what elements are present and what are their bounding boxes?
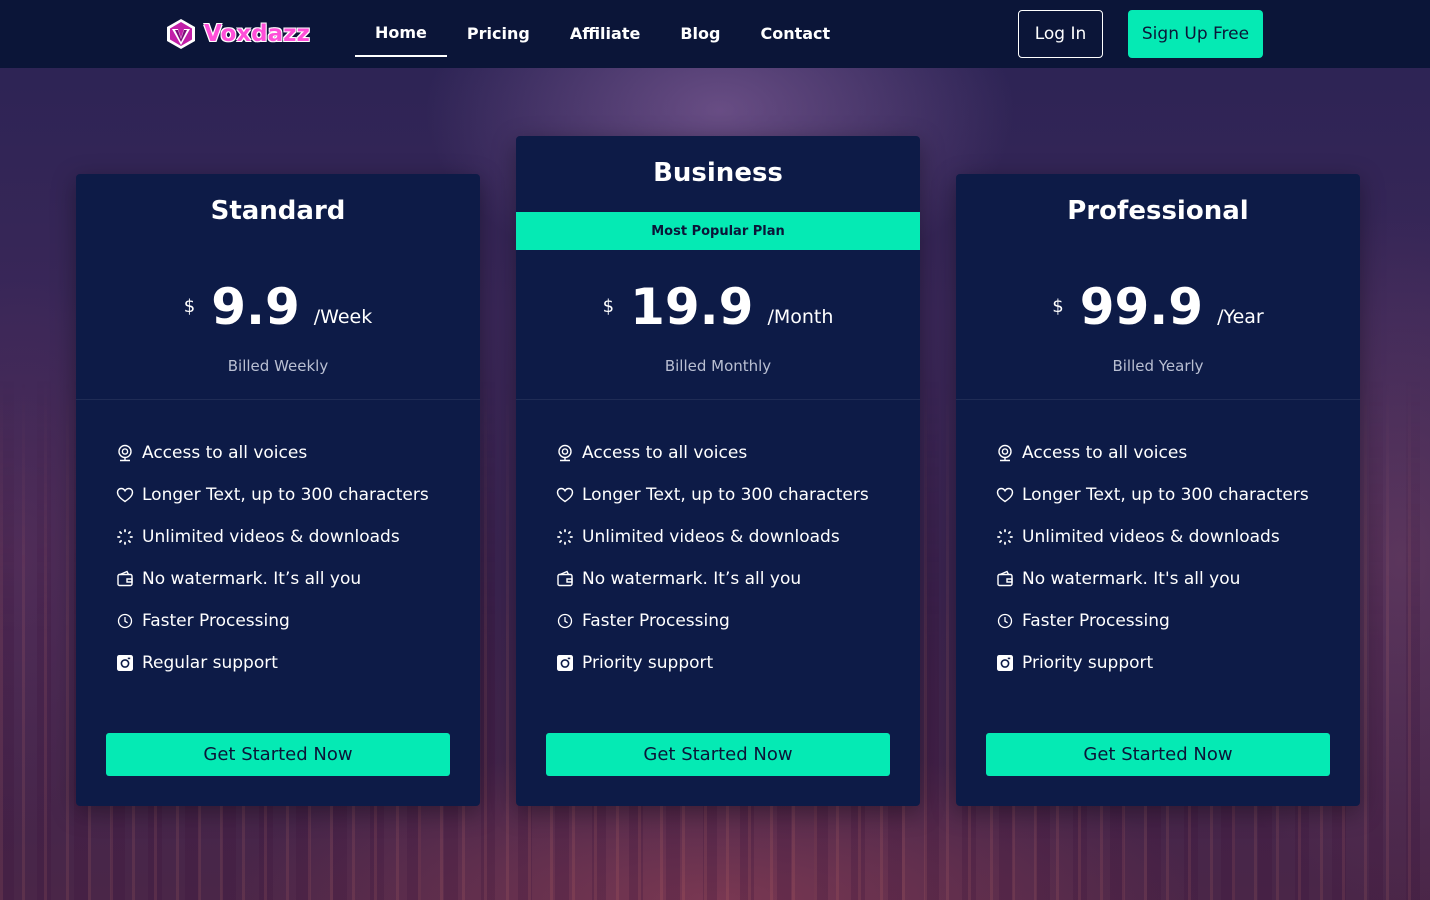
clock-icon xyxy=(116,612,134,630)
feature-item: Priority support xyxy=(556,642,869,684)
feature-text: Regular support xyxy=(142,653,278,673)
feature-text: Longer Text, up to 300 characters xyxy=(582,485,869,505)
feature-text: No watermark. It’s all you xyxy=(582,569,802,589)
login-button[interactable]: Log In xyxy=(1018,10,1103,58)
clock-icon xyxy=(996,612,1014,630)
logo-icon xyxy=(167,19,195,49)
feature-text: Longer Text, up to 300 characters xyxy=(142,485,429,505)
plan-header: Standard $ 9.9 /Week Billed Weekly xyxy=(76,174,480,400)
plan-card-standard: Standard $ 9.9 /Week Billed Weekly Acces… xyxy=(76,174,480,806)
nav-pricing[interactable]: Pricing xyxy=(447,0,550,57)
camera-icon xyxy=(996,654,1014,672)
feature-item: Unlimited videos & downloads xyxy=(996,516,1309,558)
main-nav: Home Pricing Affiliate Blog Contact xyxy=(355,0,850,68)
voice-icon xyxy=(996,444,1014,462)
feature-item: Longer Text, up to 300 characters xyxy=(116,474,429,516)
heart-icon xyxy=(116,486,134,504)
feature-text: Longer Text, up to 300 characters xyxy=(1022,485,1309,505)
nav-affiliate[interactable]: Affiliate xyxy=(550,0,661,57)
feature-item: No watermark. It's all you xyxy=(996,558,1309,600)
feature-text: Priority support xyxy=(582,653,714,673)
feature-item: Regular support xyxy=(116,642,429,684)
brand-logo[interactable]: Voxdazz xyxy=(166,17,310,51)
feature-text: Unlimited videos & downloads xyxy=(582,527,840,547)
feature-text: Priority support xyxy=(1022,653,1154,673)
feature-item: Faster Processing xyxy=(996,600,1309,642)
heart-icon xyxy=(556,486,574,504)
plan-header: Business Most Popular Plan $ 19.9 /Month… xyxy=(516,136,920,400)
plan-card-professional: Professional $ 99.9 /Year Billed Yearly … xyxy=(956,174,1360,806)
wallet-icon xyxy=(996,570,1014,588)
feature-item: Access to all voices xyxy=(996,432,1309,474)
brand-name: Voxdazz xyxy=(204,21,310,47)
billing-frequency: Billed Monthly xyxy=(664,357,772,375)
price-amount: 99.9 xyxy=(1079,278,1204,336)
price-amount: 19.9 xyxy=(630,278,754,336)
feature-text: Unlimited videos & downloads xyxy=(142,527,400,547)
loading-icon xyxy=(996,528,1014,546)
price-period: /Week xyxy=(313,306,373,328)
feature-item: Priority support xyxy=(996,642,1309,684)
feature-text: Faster Processing xyxy=(582,611,730,631)
billing-frequency: Billed Weekly xyxy=(227,357,329,375)
price-amount: 9.9 xyxy=(211,278,300,336)
get-started-button[interactable]: Get Started Now xyxy=(986,733,1330,776)
signup-button[interactable]: Sign Up Free xyxy=(1128,10,1263,58)
feature-item: Longer Text, up to 300 characters xyxy=(556,474,869,516)
nav-blog[interactable]: Blog xyxy=(660,0,740,57)
price: $ 9.9 /Week xyxy=(76,274,480,340)
currency-symbol: $ xyxy=(183,296,196,317)
plan-name: Professional xyxy=(1067,196,1249,226)
get-started-button[interactable]: Get Started Now xyxy=(546,733,890,776)
feature-item: Access to all voices xyxy=(116,432,429,474)
feature-item: Access to all voices xyxy=(556,432,869,474)
feature-text: Faster Processing xyxy=(1022,611,1170,631)
plan-card-business: Business Most Popular Plan $ 19.9 /Month… xyxy=(516,136,920,806)
feature-list: Access to all voices Longer Text, up to 3… xyxy=(116,432,429,684)
loading-icon xyxy=(116,528,134,546)
feature-text: Access to all voices xyxy=(1022,443,1188,463)
voice-icon xyxy=(116,444,134,462)
heart-icon xyxy=(996,486,1014,504)
feature-item: No watermark. It’s all you xyxy=(116,558,429,600)
price: $ 99.9 /Year xyxy=(956,274,1360,340)
feature-item: Longer Text, up to 300 characters xyxy=(996,474,1309,516)
clock-icon xyxy=(556,612,574,630)
wallet-icon xyxy=(116,570,134,588)
wallet-icon xyxy=(556,570,574,588)
billing-frequency: Billed Yearly xyxy=(1112,357,1204,375)
get-started-button[interactable]: Get Started Now xyxy=(106,733,450,776)
feature-list: Access to all voices Longer Text, up to 3… xyxy=(996,432,1309,684)
camera-icon xyxy=(556,654,574,672)
currency-symbol: $ xyxy=(1052,296,1064,317)
price: $ 19.9 /Month xyxy=(516,274,920,340)
feature-item: No watermark. It’s all you xyxy=(556,558,869,600)
plan-name: Standard xyxy=(210,196,346,226)
feature-text: Faster Processing xyxy=(142,611,290,631)
feature-text: Access to all voices xyxy=(582,443,748,463)
currency-symbol: $ xyxy=(602,296,615,317)
voice-icon xyxy=(556,444,574,462)
camera-icon xyxy=(116,654,134,672)
plan-name: Business xyxy=(653,158,783,188)
price-period: /Year xyxy=(1217,306,1264,328)
feature-text: No watermark. It's all you xyxy=(1022,569,1241,589)
feature-text: Unlimited videos & downloads xyxy=(1022,527,1280,547)
feature-list: Access to all voices Longer Text, up to 3… xyxy=(556,432,869,684)
feature-text: Access to all voices xyxy=(142,443,308,463)
top-nav-bar: Voxdazz Home Pricing Affiliate Blog Cont… xyxy=(0,0,1430,68)
feature-item: Unlimited videos & downloads xyxy=(116,516,429,558)
loading-icon xyxy=(556,528,574,546)
price-period: /Month xyxy=(767,306,834,328)
plan-header: Professional $ 99.9 /Year Billed Yearly xyxy=(956,174,1360,400)
nav-home[interactable]: Home xyxy=(355,0,447,57)
feature-item: Faster Processing xyxy=(116,600,429,642)
nav-contact[interactable]: Contact xyxy=(740,0,850,57)
feature-item: Faster Processing xyxy=(556,600,869,642)
most-popular-badge: Most Popular Plan xyxy=(516,212,920,250)
feature-item: Unlimited videos & downloads xyxy=(556,516,869,558)
feature-text: No watermark. It’s all you xyxy=(142,569,362,589)
